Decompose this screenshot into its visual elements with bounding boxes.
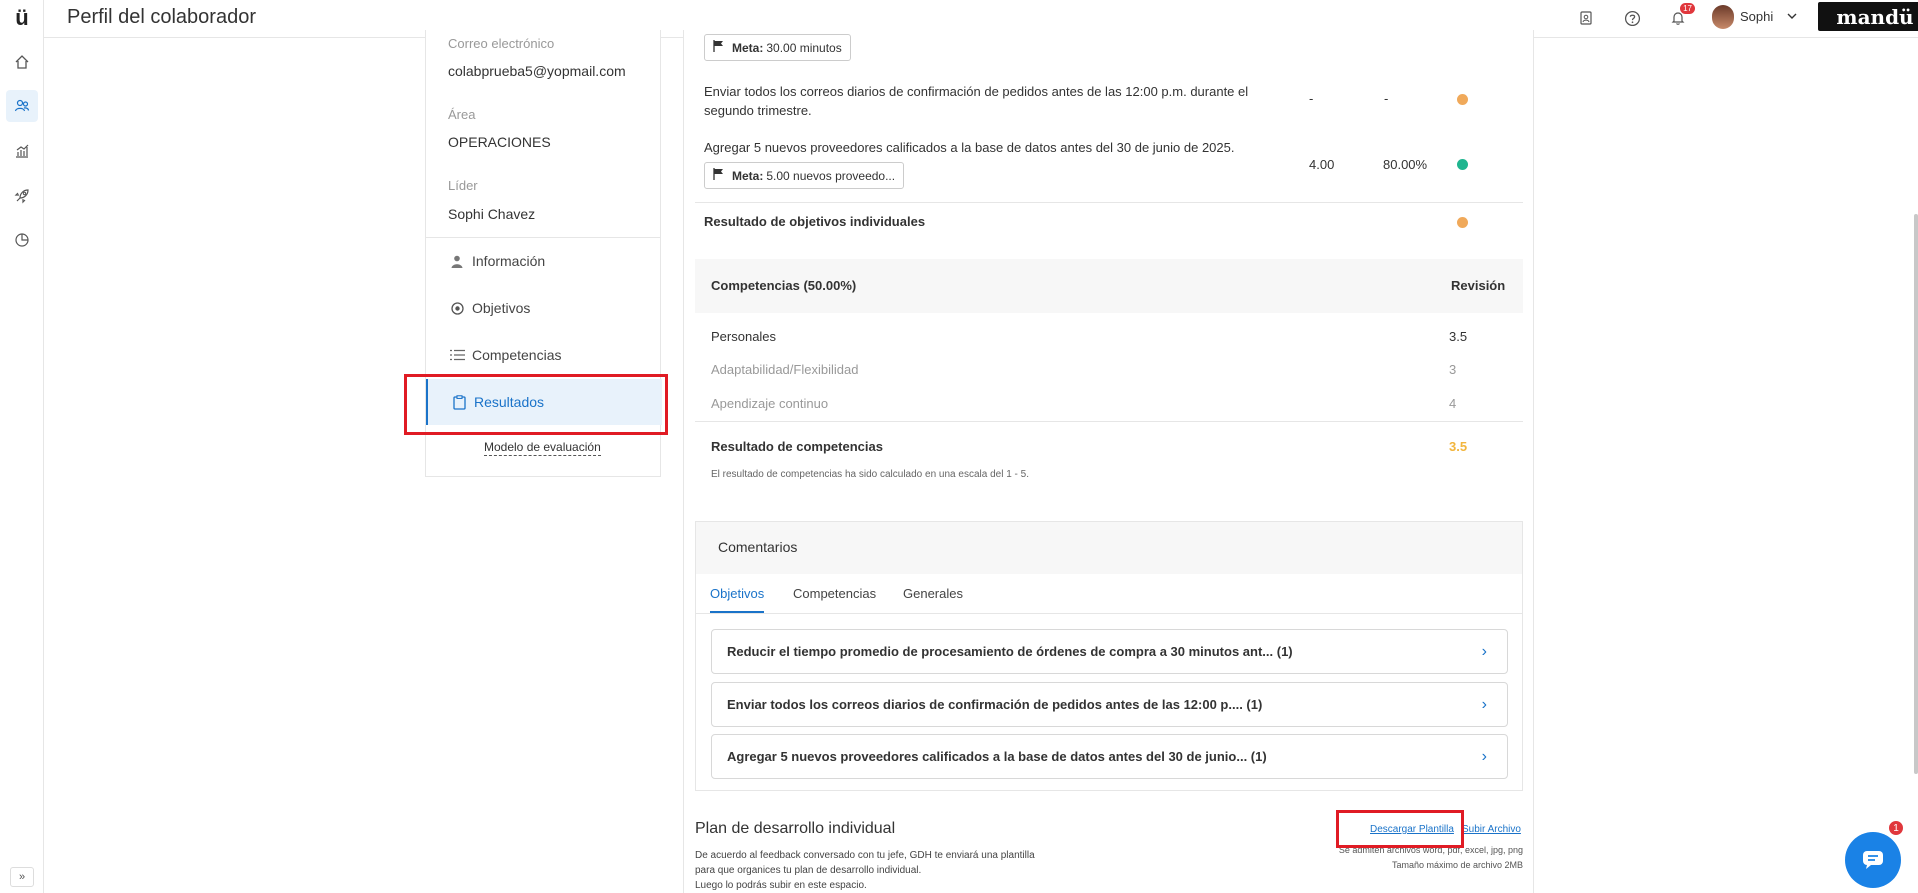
meta-value: 30.00 minutos — [766, 40, 842, 55]
list-icon — [448, 349, 466, 361]
plan-desc-line: Luego lo podrás subir en este espacio. — [695, 880, 867, 891]
competency-row: Personales — [711, 329, 777, 344]
chevron-right-icon: › — [1481, 642, 1487, 660]
meta-label: Meta: — [732, 40, 764, 55]
avatar[interactable] — [1712, 5, 1734, 29]
notification-badge: 17 — [1680, 3, 1695, 14]
plan-description: De acuerdo al feedback conversado con tu… — [695, 848, 1045, 893]
review-label: Revisión — [1451, 278, 1506, 293]
target-icon — [448, 301, 466, 315]
results-panel: Meta: 30.00 minutos Enviar todos los cor… — [683, 30, 1534, 893]
divider — [695, 202, 1523, 203]
comment-item[interactable]: Reducir el tiempo promedio de procesamie… — [711, 629, 1508, 674]
expand-sidebar-button[interactable]: » — [10, 867, 34, 887]
competency-value: 3 — [1449, 362, 1457, 377]
goal-percent: 80.00% — [1383, 157, 1428, 172]
bell-icon[interactable]: 17 — [1667, 3, 1695, 29]
meta-label: Meta: — [732, 168, 764, 183]
flag-icon — [713, 168, 724, 183]
size-note: Tamaño máximo de archivo 2MB — [1391, 860, 1523, 870]
tab-generales[interactable]: Generales — [903, 586, 963, 611]
status-dot-orange — [1457, 217, 1468, 228]
goal-text: Enviar todos los correos diarios de conf… — [704, 84, 1249, 118]
chat-badge: 1 — [1887, 819, 1905, 837]
scrollbar[interactable] — [1912, 38, 1918, 893]
comments-title: Comentarios — [696, 522, 1522, 574]
competency-value: 4 — [1449, 396, 1457, 411]
nav-label: Información — [472, 253, 546, 269]
flag-icon — [713, 40, 724, 55]
goal-text: Agregar 5 nuevos proveedores calificados… — [704, 140, 1235, 155]
comment-item-label: Enviar todos los correos diarios de conf… — [727, 697, 1263, 712]
highlight-box — [1336, 810, 1464, 848]
comment-item-label: Agregar 5 nuevos proveedores calificados… — [727, 749, 1267, 764]
user-name[interactable]: Sophi — [1740, 9, 1773, 24]
rocket-icon[interactable] — [6, 180, 38, 212]
goal-value: - — [1309, 91, 1314, 106]
goal-percent: - — [1384, 91, 1389, 106]
plan-desc-line: para que organices tu plan de desarrollo… — [695, 865, 922, 876]
nav-label: Objetivos — [472, 300, 531, 316]
divider — [695, 421, 1523, 422]
nav-informacion[interactable]: Información — [426, 238, 662, 284]
chart-icon[interactable] — [6, 135, 38, 167]
leader-value: Sophi Chavez — [448, 206, 536, 222]
plan-title: Plan de desarrollo individual — [695, 820, 896, 837]
meta-value: 5.00 nuevos proveedo... — [766, 168, 896, 183]
chevron-down-icon[interactable] — [1786, 10, 1798, 25]
goal-value: 4.00 — [1309, 157, 1335, 172]
competencies-header: Competencias (50.00%) Revisión — [695, 259, 1523, 313]
brand-logo: mandü — [1818, 2, 1918, 31]
help-icon[interactable] — [1621, 7, 1643, 29]
objectives-result-label: Resultado de objetivos individuales — [704, 214, 926, 229]
nav-label: Competencias — [472, 347, 562, 363]
leader-label: Líder — [448, 178, 478, 193]
person-icon — [448, 255, 466, 268]
app-logo[interactable]: ü — [0, 0, 44, 36]
competency-row: Adaptabilidad/Flexibilidad — [711, 362, 859, 377]
nav-objetivos[interactable]: Objetivos — [426, 285, 662, 331]
goal-meta-pill: Meta: 30.00 minutos — [704, 34, 851, 61]
scrollbar-thumb[interactable] — [1914, 214, 1918, 774]
chevron-right-icon: › — [1481, 747, 1487, 765]
competencies-title: Competencias (50.00%) — [711, 278, 857, 293]
nav-competencias[interactable]: Competencias — [426, 332, 662, 378]
competencies-result-label: Resultado de competencias — [711, 439, 883, 454]
tab-objetivos[interactable]: Objetivos — [710, 586, 765, 613]
competency-value: 3.5 — [1449, 329, 1468, 344]
chat-button[interactable] — [1845, 832, 1901, 888]
area-value: OPERACIONES — [448, 134, 551, 150]
competency-row: Apendizaje continuo — [711, 396, 829, 411]
highlight-box — [404, 374, 668, 435]
people-icon[interactable] — [6, 90, 38, 122]
chevron-right-icon: › — [1481, 695, 1487, 713]
evaluation-model-link[interactable]: Modelo de evaluación — [484, 440, 601, 456]
comments-section: Comentarios Objetivos Competencias Gener… — [695, 521, 1523, 791]
comment-item[interactable]: Agregar 5 nuevos proveedores calificados… — [711, 734, 1508, 779]
upload-file-link[interactable]: Subir Archivo — [1462, 824, 1521, 835]
home-icon[interactable] — [6, 46, 38, 78]
scale-note: El resultado de competencias ha sido cal… — [711, 469, 1029, 480]
page-title: Perfil del colaborador — [67, 6, 256, 28]
area-label: Área — [448, 107, 476, 122]
left-rail: ü » — [0, 0, 44, 893]
email-label: Correo electrónico — [448, 36, 555, 51]
status-dot-green — [1457, 159, 1468, 170]
tab-competencias[interactable]: Competencias — [793, 586, 876, 611]
chat-icon — [1863, 851, 1883, 869]
comment-item-label: Reducir el tiempo promedio de procesamie… — [727, 644, 1293, 659]
email-value: colabprueba5@yopmail.com — [448, 63, 626, 79]
status-dot-orange — [1457, 94, 1468, 105]
pie-icon[interactable] — [6, 224, 38, 256]
plan-desc-line: De acuerdo al feedback conversado con tu… — [695, 850, 1035, 861]
tabs-divider — [696, 613, 1522, 614]
contacts-icon[interactable] — [1575, 7, 1597, 29]
competencies-result-value: 3.5 — [1449, 439, 1468, 454]
comment-item[interactable]: Enviar todos los correos diarios de conf… — [711, 682, 1508, 727]
goal-meta-pill: Meta: 5.00 nuevos proveedo... — [704, 162, 905, 189]
